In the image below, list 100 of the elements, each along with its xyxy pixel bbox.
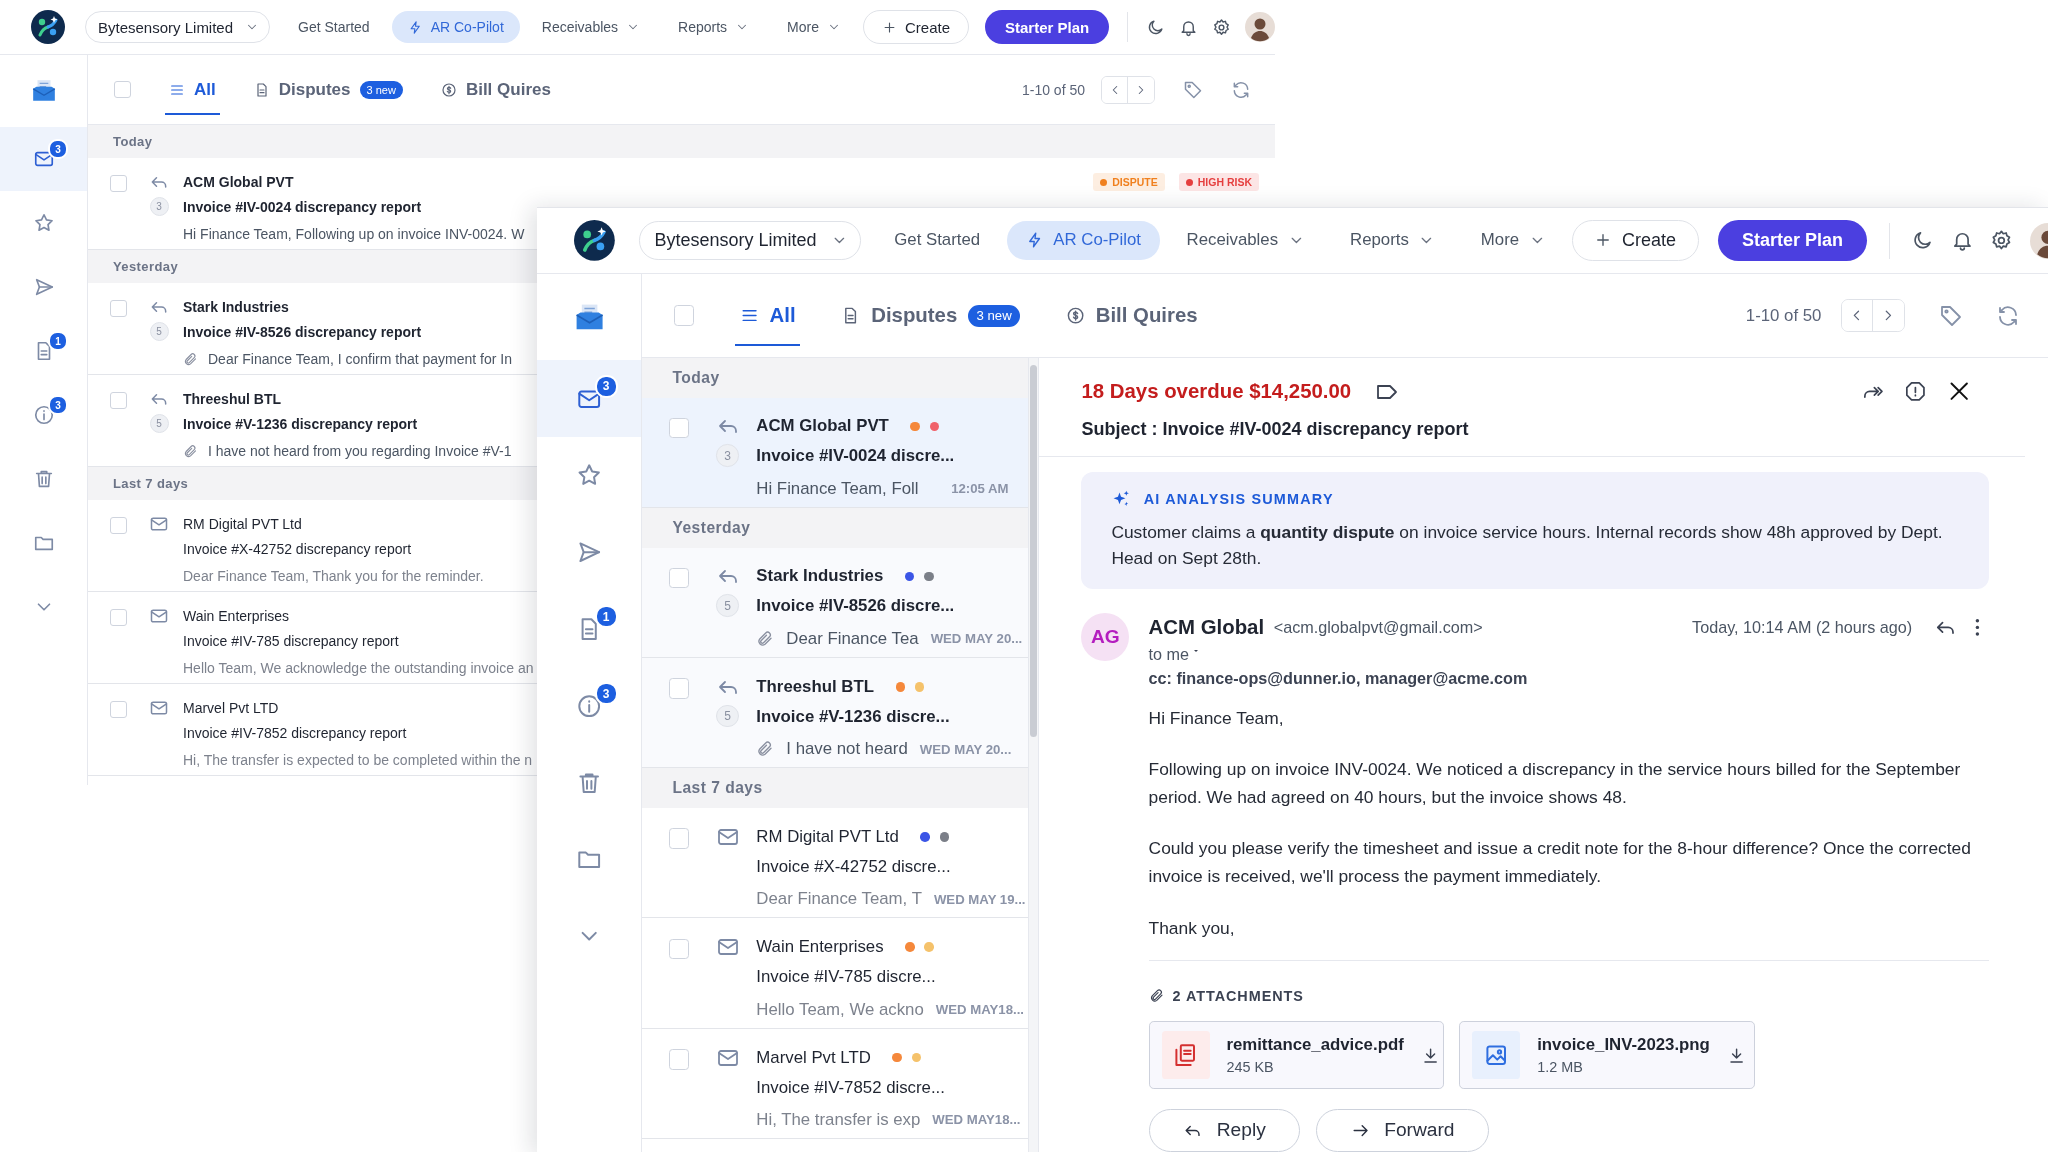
previous-button[interactable] [1841, 299, 1873, 332]
checkbox[interactable] [668, 418, 690, 439]
company-dropdown[interactable]: Bytesensory Limited [85, 11, 271, 43]
nav-item[interactable]: AR Co-Pilot [391, 11, 520, 43]
subject-line: Invoice #X-42752 discrepancy report [183, 540, 412, 559]
sender-name: Stark Industries [756, 566, 884, 587]
checkbox[interactable] [110, 609, 127, 626]
plan-button[interactable]: Starter Plan [1717, 220, 1867, 261]
reply-count: 5 [716, 594, 739, 617]
alert-icon[interactable] [1903, 380, 1927, 403]
subject-heading: Subject : Invoice #IV-0024 discrepancy report [1081, 417, 1470, 441]
sender-name: Stark Industries [183, 299, 289, 315]
checkbox[interactable] [673, 305, 694, 326]
app-logo[interactable] [574, 220, 615, 261]
checkbox[interactable] [668, 1049, 690, 1070]
sender-avatar: AG [1081, 613, 1130, 662]
reply-count: 5 [716, 704, 739, 728]
timestamp: WED MAY 20... [919, 741, 1012, 757]
nav-item[interactable]: Get Started [282, 11, 386, 43]
preview-text: Dear Finance Team, Thank you for the reminder. [183, 568, 484, 584]
app-logo[interactable] [31, 10, 65, 44]
info-icon [576, 692, 603, 720]
sender-name: Wain Enterprises [183, 608, 290, 624]
file-size: 1.2 MB [1537, 1059, 1584, 1076]
previous-button[interactable] [1102, 76, 1128, 103]
timestamp: WED MAY18... [935, 1002, 1024, 1017]
checkbox[interactable] [110, 701, 127, 718]
sender-name: ACM Global [1148, 616, 1265, 640]
reply-count: 3 [149, 197, 169, 216]
checkbox[interactable] [668, 678, 690, 699]
mail-icon [149, 514, 169, 534]
tab[interactable]: All [734, 285, 801, 346]
attachment-card[interactable]: invoice_INV-2023.png 1.2 MB [1459, 1021, 1755, 1090]
subject-line: Invoice #X-42752 discre... [756, 855, 951, 878]
sidebar-item[interactable]: 3 [0, 127, 87, 191]
forward-button[interactable]: Forward [1316, 1108, 1490, 1152]
timestamp: 12:05 AM [951, 481, 1009, 497]
paperclip-icon [1148, 988, 1165, 1004]
sidebar-item[interactable]: 3 [0, 383, 87, 447]
sender-name: RM Digital PVT Ltd [756, 826, 899, 847]
preview-text: Dear Finance Team, I confirm that payment for In [208, 351, 512, 367]
subject-line: Invoice #IV-7852 discre... [756, 1076, 945, 1099]
tab[interactable]: Bill Quires [436, 64, 555, 115]
create-button[interactable]: Create [863, 10, 970, 44]
create-button[interactable]: Create [1571, 220, 1699, 261]
timestamp: WED MAY18... [932, 1112, 1021, 1128]
company-dropdown[interactable]: Bytesensory Limited [639, 221, 861, 260]
checkbox[interactable] [668, 938, 690, 960]
settings-icon[interactable] [1212, 17, 1232, 37]
sender-name: Marvel Pvt LTD [756, 1047, 871, 1068]
checkbox[interactable] [110, 300, 127, 317]
checkbox[interactable] [110, 392, 127, 409]
attachments-title: 2 ATTACHMENTS [1172, 987, 1304, 1004]
nav-item[interactable]: Reports [1330, 221, 1455, 260]
checkbox[interactable] [110, 175, 127, 192]
sender-name: ACM Global PVT [183, 174, 294, 190]
reply-button[interactable]: Reply [1148, 1108, 1301, 1152]
preview-text: Hi Finance Team, Following up on invoice INV-0024. W [183, 226, 525, 242]
checkbox[interactable] [668, 567, 690, 589]
body-paragraph: Following up on invoice INV-0024. We noticed a discrepancy in the service hours billed for the September period. We had agreed on 40 hours, but the invoice shows 48. [1148, 758, 1962, 809]
new-badge: 3 new [359, 80, 403, 99]
sidebar-item[interactable]: 3 [537, 667, 642, 745]
subject-line: Invoice #IV-7852 discrepancy report [183, 724, 407, 743]
refresh-icon[interactable] [1231, 79, 1251, 100]
nav-item[interactable]: Receivables [525, 11, 657, 43]
mail-row[interactable]: 5 Stark Industries Invoice #IV-8526 discre... Dear Finance Tea WED MAY 20... [642, 547, 1028, 658]
checkbox[interactable] [114, 81, 131, 98]
subject-line: Invoice #V-1236 discre... [756, 705, 950, 728]
image-file-icon [1472, 1031, 1521, 1080]
group-header: Today [642, 358, 1028, 398]
tab[interactable]: Disputes 3 new [836, 285, 1025, 346]
sidebar-item[interactable]: 1 [537, 590, 642, 668]
checkbox[interactable] [110, 517, 127, 534]
mail-row[interactable]: 3 ACM Global PVT Invoice #IV-0024 discre... Hi Finance Team, Foll 12:05 AM [642, 397, 1028, 508]
scrollbar-thumb[interactable] [1030, 365, 1038, 738]
nav-item[interactable]: Reports [662, 11, 766, 43]
mail-row[interactable]: 5 Threeshul BTL Invoice #V-1236 discre... I have not heard WED MAY 20... [642, 657, 1028, 769]
subject-line: Invoice #IV-785 discre... [756, 966, 936, 989]
sender-name: Marvel Pvt LTD [183, 700, 279, 716]
preview-text: Hi, The transfer is expected to be completed within the n [183, 752, 533, 768]
avatar-icon[interactable] [1245, 12, 1275, 42]
checkbox[interactable] [668, 828, 690, 849]
tab[interactable]: All [165, 64, 220, 115]
nav-item[interactable]: More [1461, 221, 1565, 260]
body-paragraph: Thank you, [1148, 916, 1236, 940]
nav-item[interactable]: More [771, 11, 857, 43]
preview-text: Dear Finance Team, T [756, 889, 922, 910]
body-paragraph: Could you please verify the timesheet and issue a credit note for the 8-hour difference? Once the corrected invoice is received, we'll process the payment immediately. [1148, 837, 1972, 888]
group-header: Today [88, 125, 1275, 158]
plan-button[interactable]: Starter Plan [985, 10, 1110, 44]
sidebar-item[interactable]: 1 [0, 319, 87, 383]
group-header: Last 7 days [642, 768, 1028, 808]
timestamp: WED MAY 19... [933, 891, 1026, 907]
nav-item[interactable]: AR Co-Pilot [1006, 221, 1161, 260]
tab[interactable]: Disputes 3 new [249, 64, 407, 115]
tab[interactable]: Bill Quires [1060, 285, 1203, 346]
sidebar-item[interactable]: 3 [537, 360, 642, 438]
dollar-icon [440, 81, 457, 98]
preview-text: I have not heard [786, 739, 908, 760]
attachment-card[interactable]: remittance_advice.pdf 245 KB [1148, 1021, 1444, 1090]
